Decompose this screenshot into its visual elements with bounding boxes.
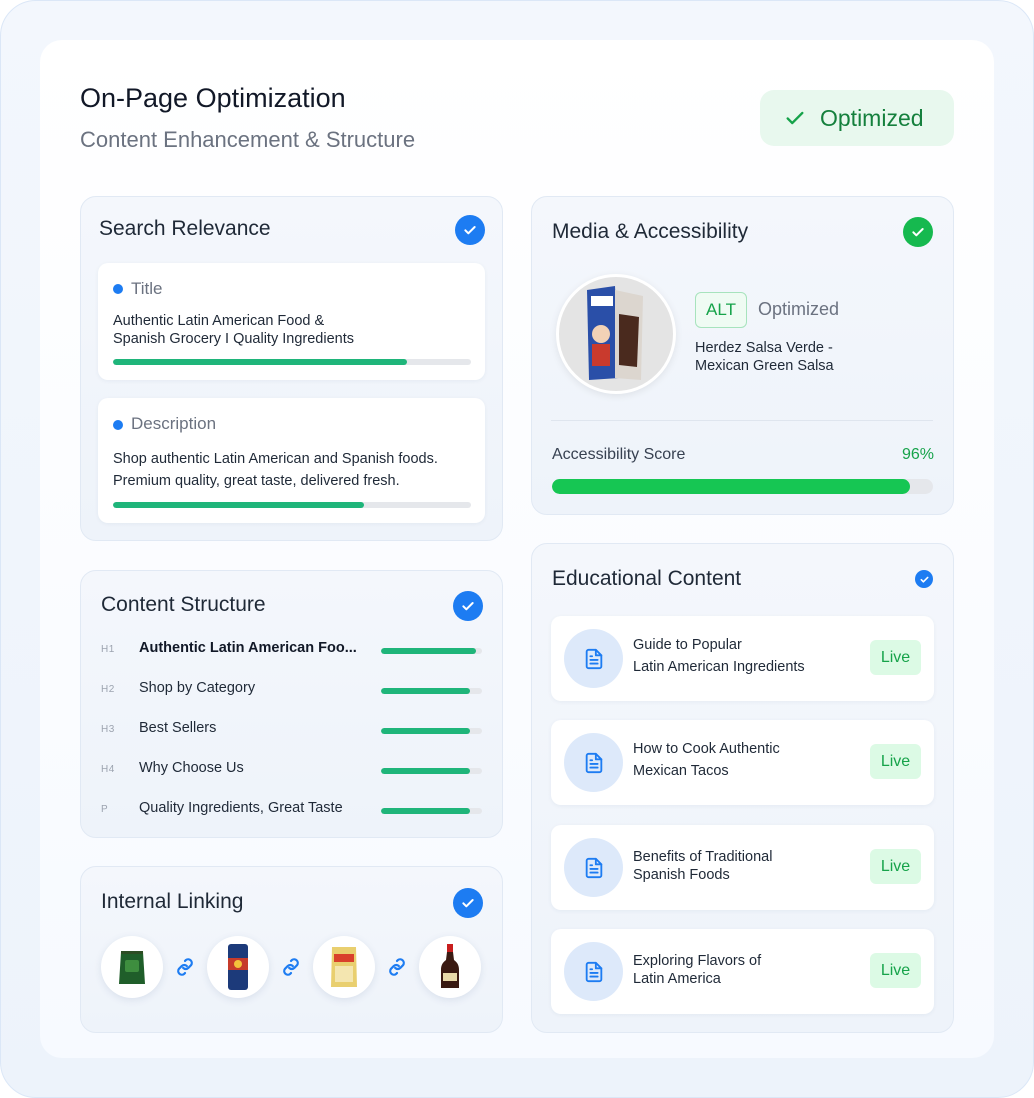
- description-bullet-icon: [113, 420, 123, 430]
- educational-content-title: Educational Content: [552, 567, 742, 590]
- heading-score-fill: [381, 728, 470, 734]
- linked-product-soy-sauce-bottle[interactable]: [419, 936, 481, 998]
- description-field-label: Description: [131, 414, 217, 433]
- title-bullet-icon: [113, 284, 123, 294]
- educational-article-item[interactable]: How to Cook Authentic Mexican Tacos Live: [551, 720, 934, 805]
- internal-linking-check-icon: [453, 888, 483, 918]
- content-structure-check-icon: [453, 591, 483, 621]
- alt-badge: ALT: [695, 292, 747, 328]
- title-field-line1: Authentic Latin American Food &: [113, 313, 325, 329]
- educational-article-item[interactable]: Benefits of Traditional Spanish Foods Live: [551, 825, 934, 910]
- article-title-line2: Mexican Tacos: [633, 763, 729, 779]
- heading-score-bar: [381, 688, 482, 694]
- alt-status-label: Optimized: [758, 299, 840, 319]
- search-relevance-title: Search Relevance: [99, 217, 271, 240]
- checkmark-icon: [786, 111, 804, 125]
- salsa-package-image-icon: [587, 286, 643, 380]
- heading-tag: H1: [101, 644, 115, 655]
- heading-text: Why Choose Us: [139, 760, 244, 776]
- heading-tag: H4: [101, 764, 115, 775]
- blue-can-product-icon: [228, 944, 248, 990]
- heading-text: Quality Ingredients, Great Taste: [139, 800, 343, 816]
- yellow-bag-product-icon: [331, 947, 357, 987]
- heading-row: H4 Why Choose Us: [101, 760, 483, 780]
- heading-score-fill: [381, 808, 470, 814]
- linked-product-green-pouch[interactable]: [101, 936, 163, 998]
- article-title-line2: Latin American Ingredients: [633, 659, 805, 675]
- content-structure-title: Content Structure: [101, 593, 266, 616]
- media-accessibility-check-icon: [903, 217, 933, 247]
- link-icon: [389, 958, 405, 976]
- product-image: [556, 274, 676, 394]
- heading-text: Shop by Category: [139, 680, 256, 696]
- document-icon: [564, 629, 623, 688]
- title-progress-bar: [113, 359, 471, 365]
- live-status-badge: Live: [870, 849, 921, 884]
- article-title-line2: Spanish Foods: [633, 867, 730, 883]
- educational-content-check-icon: [915, 570, 933, 588]
- heading-score-bar: [381, 648, 482, 654]
- heading-row: H1 Authentic Latin American Foo...: [101, 640, 483, 660]
- heading-row: H2 Shop by Category: [101, 680, 483, 700]
- title-progress-fill: [113, 359, 407, 365]
- linked-product-yellow-bag[interactable]: [313, 936, 375, 998]
- description-progress-fill: [113, 502, 364, 508]
- article-title-line1: Exploring Flavors of: [633, 953, 762, 969]
- media-accessibility-title: Media & Accessibility: [552, 220, 749, 243]
- divider: [551, 420, 933, 421]
- accessibility-score-fill: [552, 479, 911, 494]
- page-subtitle: Content Enhancement & Structure: [80, 127, 416, 152]
- article-title-line1: Guide to Popular: [633, 637, 742, 653]
- optimized-status-label: Optimized: [820, 104, 924, 131]
- article-title-line1: How to Cook Authentic: [633, 741, 780, 757]
- alt-text-line1: Herdez Salsa Verde -: [695, 340, 833, 356]
- search-relevance-check-icon: [455, 215, 485, 245]
- document-icon: [564, 838, 623, 897]
- link-icon: [177, 958, 193, 976]
- page-title: On-Page Optimization: [80, 83, 346, 113]
- heading-score-bar: [381, 768, 482, 774]
- live-status-badge: Live: [870, 953, 921, 988]
- title-field-line2: Spanish Grocery I Quality Ingredients: [113, 331, 354, 347]
- heading-text: Authentic Latin American Foo...: [139, 640, 357, 656]
- heading-row: H3 Best Sellers: [101, 720, 483, 740]
- heading-tag: P: [101, 804, 109, 815]
- internal-linking-title: Internal Linking: [101, 890, 244, 913]
- description-field-line2: Premium quality, great taste, delivered …: [113, 473, 400, 489]
- live-status-badge: Live: [870, 744, 921, 779]
- heading-score-fill: [381, 688, 470, 694]
- heading-score-bar: [381, 728, 482, 734]
- live-status-badge: Live: [870, 640, 921, 675]
- description-progress-bar: [113, 502, 471, 508]
- soy-sauce-bottle-product-icon: [441, 944, 459, 988]
- heading-score-fill: [381, 648, 476, 654]
- description-field-line1: Shop authentic Latin American and Spanis…: [113, 451, 438, 467]
- alt-text-line2: Mexican Green Salsa: [695, 358, 834, 374]
- educational-article-item[interactable]: Exploring Flavors of Latin America Live: [551, 929, 934, 1014]
- heading-score-bar: [381, 808, 482, 814]
- green-pouch-product-icon: [119, 951, 145, 984]
- accessibility-score-value: 96%: [901, 446, 934, 463]
- heading-text: Best Sellers: [139, 720, 217, 736]
- heading-row: P Quality Ingredients, Great Taste: [101, 800, 483, 820]
- heading-tag: H2: [101, 684, 115, 695]
- heading-tag: H3: [101, 724, 115, 735]
- optimized-status-badge: Optimized: [760, 90, 954, 146]
- accessibility-score-bar: [552, 479, 933, 494]
- heading-score-fill: [381, 768, 470, 774]
- title-field-label: Title: [131, 279, 163, 298]
- link-icon: [283, 958, 299, 976]
- article-title-line1: Benefits of Traditional: [633, 849, 773, 865]
- article-title-line2: Latin America: [633, 971, 721, 987]
- document-icon: [564, 942, 623, 1001]
- document-icon: [564, 733, 623, 792]
- linked-product-blue-can[interactable]: [207, 936, 269, 998]
- accessibility-score-label: Accessibility Score: [552, 446, 686, 463]
- educational-article-item[interactable]: Guide to Popular Latin American Ingredien…: [551, 616, 934, 701]
